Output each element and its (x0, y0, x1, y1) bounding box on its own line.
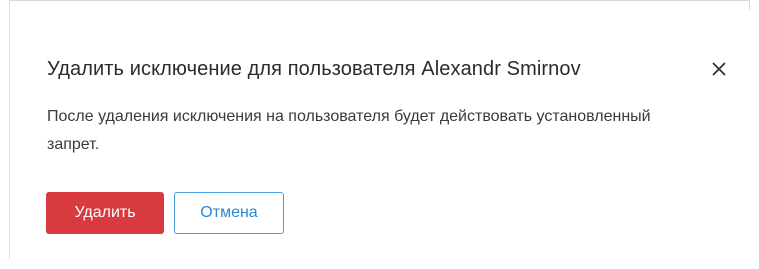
cancel-button[interactable]: Отмена (174, 192, 284, 234)
close-icon (712, 62, 726, 76)
dialog-header: Удалить исключение для пользователя Alex… (47, 52, 732, 86)
dialog-title: Удалить исключение для пользователя Alex… (47, 57, 581, 80)
dialog-message: После удаления исключения на пользовател… (47, 108, 651, 153)
delete-button[interactable]: Удалить (46, 192, 164, 234)
delete-exception-dialog: Удалить исключение для пользователя Alex… (10, 1, 749, 269)
screen: Удалить исключение для пользователя Alex… (0, 0, 759, 269)
dialog-actions: Удалить Отмена (46, 192, 284, 234)
window-border-right (749, 0, 750, 10)
close-button[interactable] (706, 56, 732, 82)
